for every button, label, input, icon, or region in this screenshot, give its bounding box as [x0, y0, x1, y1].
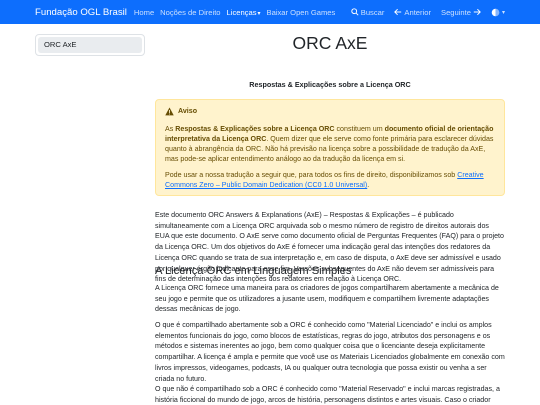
alert-text: Pode usar a nossa tradução a seguir que,… — [165, 171, 458, 179]
search-icon — [351, 8, 359, 16]
paragraph-2: O que é compartilhado abertamente sob a … — [155, 321, 505, 383]
arrow-left-icon — [394, 8, 402, 16]
alert-text: constituem um — [334, 125, 385, 133]
page-title: ORC AxE — [292, 33, 368, 53]
nav-baixar[interactable]: Baixar Open Games — [267, 8, 336, 17]
section-heading: A Licença ORC em Linguagem Simples — [155, 265, 352, 277]
nav-licencas-label: Licenças — [226, 7, 257, 17]
search-button[interactable]: Buscar — [351, 7, 385, 17]
sidebar-nav: ORC AxE — [35, 34, 145, 56]
brand-link[interactable]: Fundação OGL Brasil — [35, 7, 127, 18]
warning-alert: Aviso As Respostas & Explicações sobre a… — [155, 99, 505, 196]
alert-paragraph-2: Pode usar a nossa tradução a seguir que,… — [165, 170, 495, 190]
search-label: Buscar — [360, 7, 385, 17]
paragraph-1: A Licença ORC fornece uma maneira para o… — [155, 284, 499, 314]
alert-header: Aviso — [165, 104, 495, 118]
nav-right-group: Buscar Anterior Seguinte ▾ — [341, 0, 505, 24]
nav-home[interactable]: Home — [134, 8, 154, 17]
globe-icon — [491, 8, 500, 16]
alert-text: . — [367, 181, 370, 189]
next-button[interactable]: Seguinte — [441, 8, 481, 17]
theme-toggle[interactable]: ▾ — [491, 8, 505, 17]
next-label: Seguinte — [441, 7, 471, 17]
top-navbar: Fundação OGL Brasil Home Noções de Direi… — [0, 0, 540, 24]
alert-paragraph-1: As Respostas & Explicações sobre a Licen… — [165, 124, 495, 164]
prev-button[interactable]: Anterior — [394, 8, 431, 17]
alert-bold-text: Respostas & Explicações sobre a Licença … — [175, 125, 335, 133]
nav-nocoes[interactable]: Noções de Direito — [160, 8, 220, 17]
arrow-right-icon — [473, 8, 481, 16]
warning-icon — [165, 106, 174, 115]
chevron-down-icon: ▾ — [501, 9, 505, 16]
alert-title: Aviso — [178, 107, 198, 115]
alert-text: As — [165, 125, 176, 133]
nav-licencas-dropdown[interactable]: Licenças▾ — [227, 8, 261, 17]
page-subtitle: Respostas & Explicações sobre a Licença … — [249, 80, 411, 89]
prev-label: Anterior — [404, 7, 431, 17]
sidebar-item-orc-axe[interactable]: ORC AxE — [38, 37, 142, 53]
chevron-down-icon: ▾ — [257, 10, 261, 17]
paragraph-3: O que não é compartilhado sob a ORC é co… — [155, 385, 500, 404]
